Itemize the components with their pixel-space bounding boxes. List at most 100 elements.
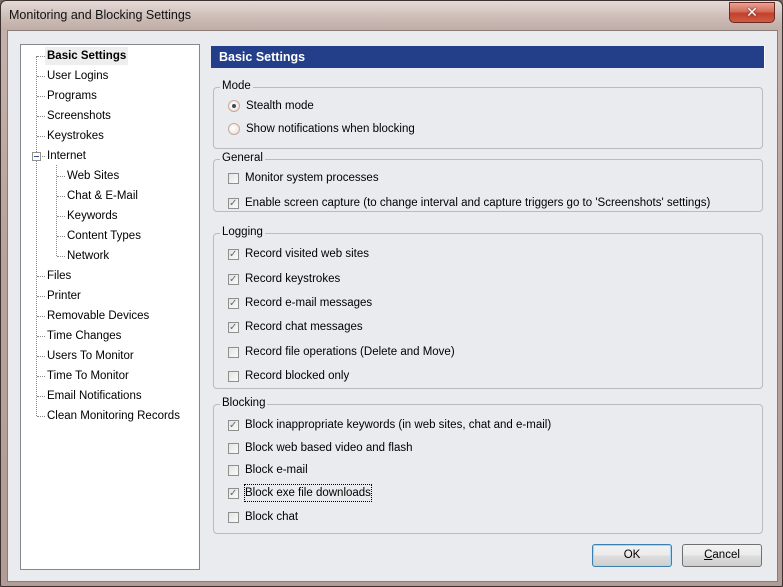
tree-item-clean-monitoring-records[interactable]: Clean Monitoring Records xyxy=(45,407,182,425)
tree-line xyxy=(37,296,45,297)
group-logging: Logging Record visited web sites Record … xyxy=(213,226,763,389)
tree-item-web-sites[interactable]: Web Sites xyxy=(65,167,121,185)
tree-line xyxy=(37,116,45,117)
option-label: Stealth mode xyxy=(246,100,314,112)
checkbox[interactable] xyxy=(228,172,239,184)
checkbox-checked[interactable] xyxy=(228,272,239,288)
settings-dialog: Monitoring and Blocking Settings ✕ Basic… xyxy=(0,0,783,587)
tree-item-files[interactable]: Files xyxy=(45,267,73,285)
option-label: Block exe file downloads xyxy=(244,484,372,502)
close-button[interactable]: ✕ xyxy=(729,2,775,23)
option-label: Monitor system processes xyxy=(245,172,379,184)
checkbox-checked[interactable] xyxy=(228,486,239,502)
collapse-icon[interactable] xyxy=(32,152,41,161)
tree-item-chat-e-mail[interactable]: Chat & E-Mail xyxy=(65,187,140,205)
checkbox-monitor-system-processes[interactable]: Monitor system processes xyxy=(228,170,379,186)
tree-line xyxy=(57,216,65,217)
tree-line xyxy=(57,256,65,257)
checkbox-record-visited-web-sites[interactable]: Record visited web sites xyxy=(228,246,369,263)
checkbox-checked[interactable] xyxy=(228,296,239,312)
tree-line xyxy=(36,56,37,416)
checkbox-checked[interactable] xyxy=(228,196,239,212)
option-label: Block e-mail xyxy=(245,464,308,476)
checkbox[interactable] xyxy=(228,464,239,476)
tree-item-network[interactable]: Network xyxy=(65,247,111,265)
checkbox-block-chat[interactable]: Block chat xyxy=(228,509,298,525)
tree-item-internet[interactable]: Internet xyxy=(45,147,88,165)
cancel-button[interactable]: Cancel xyxy=(682,544,762,567)
option-label: Show notifications when blocking xyxy=(246,123,415,135)
settings-tree[interactable]: Basic Settings User Logins Programs Screens… xyxy=(20,44,200,570)
tree-line xyxy=(37,356,45,357)
option-label: Block web based video and flash xyxy=(245,442,413,454)
tree-line xyxy=(57,236,65,237)
checkbox-block-web-video-flash[interactable]: Block web based video and flash xyxy=(228,440,413,456)
option-label: Record file operations (Delete and Move) xyxy=(245,346,455,358)
tree-line xyxy=(37,316,45,317)
tree-line xyxy=(37,96,45,97)
group-mode-label: Mode xyxy=(220,80,253,92)
tree-item-screenshots[interactable]: Screenshots xyxy=(45,107,113,125)
group-general-label: General xyxy=(220,152,265,164)
group-logging-label: Logging xyxy=(220,226,265,238)
option-label: Record blocked only xyxy=(245,370,350,382)
checkbox-record-keystrokes[interactable]: Record keystrokes xyxy=(228,271,341,288)
tree-line xyxy=(37,396,45,397)
tree-line xyxy=(37,56,45,57)
tree-item-removable-devices[interactable]: Removable Devices xyxy=(45,307,151,325)
radio-button-checked[interactable] xyxy=(228,100,240,112)
option-label: Block chat xyxy=(245,511,299,523)
tree-item-time-changes[interactable]: Time Changes xyxy=(45,327,123,345)
tree-item-email-notifications[interactable]: Email Notifications xyxy=(45,387,144,405)
tree-item-keywords[interactable]: Keywords xyxy=(65,207,120,225)
checkbox-checked[interactable] xyxy=(228,247,239,263)
group-blocking: Blocking Block inappropriate keywords (i… xyxy=(213,397,763,534)
tree-line xyxy=(37,76,45,77)
checkbox-record-file-operations[interactable]: Record file operations (Delete and Move) xyxy=(228,344,455,360)
option-label: Record visited web sites xyxy=(245,248,369,260)
tree-item-time-to-monitor[interactable]: Time To Monitor xyxy=(45,367,131,385)
tree-line xyxy=(57,176,65,177)
checkbox[interactable] xyxy=(228,511,239,523)
checkbox-block-inappropriate-keywords[interactable]: Block inappropriate keywords (in web sit… xyxy=(228,417,552,434)
checkbox[interactable] xyxy=(228,346,239,358)
tree-line xyxy=(37,336,45,337)
tree-line xyxy=(56,165,57,256)
checkbox-record-email-messages[interactable]: Record e-mail messages xyxy=(228,295,373,312)
group-general: General Monitor system processes Enable … xyxy=(213,152,763,212)
tree-item-content-types[interactable]: Content Types xyxy=(65,227,143,245)
radio-stealth-mode[interactable]: Stealth mode xyxy=(228,98,314,114)
dialog-client-area: Basic Settings User Logins Programs Screens… xyxy=(7,30,778,582)
window-title: Monitoring and Blocking Settings xyxy=(9,8,192,22)
tree-item-basic-settings[interactable]: Basic Settings xyxy=(45,47,129,65)
tree-item-printer[interactable]: Printer xyxy=(45,287,83,305)
tree-line xyxy=(37,136,45,137)
tree-line xyxy=(57,196,65,197)
radio-show-notifications[interactable]: Show notifications when blocking xyxy=(228,121,415,137)
checkbox-block-exe-downloads[interactable]: Block exe file downloads xyxy=(228,484,372,502)
tree-line xyxy=(37,376,45,377)
tree-item-keystrokes[interactable]: Keystrokes xyxy=(45,127,106,145)
option-label: Block inappropriate keywords (in web sit… xyxy=(245,419,552,431)
checkbox[interactable] xyxy=(228,442,239,454)
checkbox-block-email[interactable]: Block e-mail xyxy=(228,462,308,478)
checkbox-record-blocked-only[interactable]: Record blocked only xyxy=(228,368,349,384)
option-label: Record keystrokes xyxy=(245,273,341,285)
group-blocking-label: Blocking xyxy=(220,397,268,409)
panel-header: Basic Settings xyxy=(211,46,765,68)
tree-item-user-logins[interactable]: User Logins xyxy=(45,67,110,85)
title-bar[interactable]: Monitoring and Blocking Settings ✕ xyxy=(1,1,782,30)
close-icon: ✕ xyxy=(746,4,758,20)
tree-line xyxy=(37,416,45,417)
checkbox-checked[interactable] xyxy=(228,320,239,336)
option-label: Enable screen capture (to change interva… xyxy=(245,197,711,209)
checkbox-enable-screen-capture[interactable]: Enable screen capture (to change interva… xyxy=(228,195,711,212)
checkbox-record-chat-messages[interactable]: Record chat messages xyxy=(228,319,363,336)
ok-button[interactable]: OK xyxy=(592,544,672,567)
tree-item-users-to-monitor[interactable]: Users To Monitor xyxy=(45,347,136,365)
radio-button[interactable] xyxy=(228,123,240,135)
option-label: Record e-mail messages xyxy=(245,297,373,309)
tree-item-programs[interactable]: Programs xyxy=(45,87,99,105)
checkbox-checked[interactable] xyxy=(228,418,239,434)
checkbox[interactable] xyxy=(228,370,239,382)
